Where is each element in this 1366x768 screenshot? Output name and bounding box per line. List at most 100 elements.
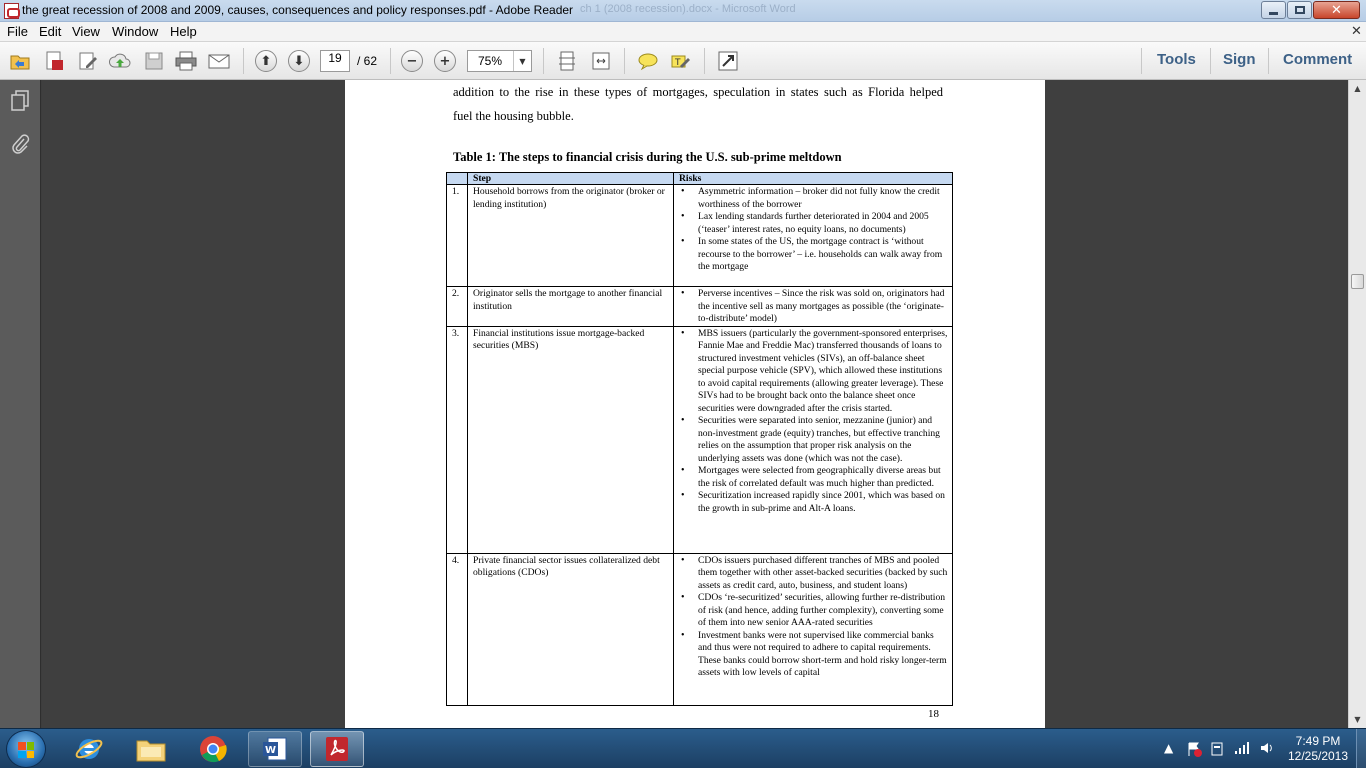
full-screen-icon[interactable] <box>716 49 740 73</box>
previous-page-button[interactable]: ⬆ <box>255 50 277 72</box>
row-risks: Perverse incentives – Since the risk was… <box>673 286 953 327</box>
page-number-footer: 18 <box>928 708 939 720</box>
upload-cloud-icon[interactable] <box>108 49 132 73</box>
next-page-button[interactable]: ⬇ <box>288 50 310 72</box>
header-risks: Risks <box>673 172 953 185</box>
toolbar-separator <box>624 48 625 74</box>
minimize-button[interactable] <box>1261 1 1286 19</box>
menu-window[interactable]: Window <box>112 24 158 39</box>
toolbar-separator <box>1141 48 1142 74</box>
start-button[interactable] <box>6 730 46 768</box>
intro-paragraph: addition to the rise in these types of m… <box>453 80 943 128</box>
crisis-steps-table: Step Risks 1. Household borrows from the… <box>446 172 953 706</box>
row-number: 3. <box>446 325 468 554</box>
sign-pane-button[interactable]: Sign <box>1223 51 1256 68</box>
close-button[interactable]: ✕ <box>1313 1 1360 19</box>
tools-pane-button[interactable]: Tools <box>1157 51 1196 68</box>
arrow-up-icon: ⬆ <box>260 53 272 69</box>
menu-file[interactable]: File <box>7 24 28 39</box>
toolbar-separator <box>390 48 391 74</box>
system-clock[interactable]: 7:49 PM 12/25/2013 <box>1283 734 1353 764</box>
arrow-down-icon: ⬇ <box>293 53 305 69</box>
device-icon[interactable] <box>1210 741 1224 760</box>
volume-speaker-icon[interactable] <box>1259 741 1275 758</box>
maximize-icon <box>1294 6 1305 14</box>
toolbar-separator <box>543 48 544 74</box>
show-hidden-icons-arrow-icon[interactable]: ▲ <box>1164 741 1173 755</box>
close-document-icon[interactable]: ✕ <box>1351 23 1362 39</box>
scroll-thumb[interactable] <box>1351 274 1364 289</box>
sticky-note-icon[interactable] <box>636 49 660 73</box>
risk-item: Securities were separated into senior, m… <box>678 415 948 465</box>
taskbar-word[interactable]: W <box>248 731 302 767</box>
chrome-icon <box>200 736 227 763</box>
risk-item: CDOs issuers purchased different tranche… <box>678 555 948 593</box>
fit-width-icon[interactable] <box>589 49 613 73</box>
toolbar-separator <box>1210 48 1211 74</box>
maximize-button[interactable] <box>1287 1 1312 19</box>
navigation-pane <box>0 80 41 728</box>
row-risks: Asymmetric information – broker did not … <box>673 184 953 287</box>
svg-text:W: W <box>265 745 276 756</box>
menu-view[interactable]: View <box>72 24 100 39</box>
adobe-reader-icon <box>4 3 20 19</box>
action-center-flag-icon[interactable] <box>1186 741 1202 760</box>
row-number: 2. <box>446 286 468 327</box>
vertical-scrollbar[interactable]: ▲ ▼ <box>1348 80 1366 728</box>
page-number-input[interactable]: 19 <box>320 50 350 72</box>
table-row: 3. Financial institutions issue mortgage… <box>446 325 953 554</box>
menu-bar: File Edit View Window Help ✕ <box>0 22 1366 42</box>
taskbar-adobe-reader[interactable] <box>310 731 364 767</box>
menu-help[interactable]: Help <box>170 24 197 39</box>
attachments-paperclip-icon[interactable] <box>9 132 31 156</box>
taskbar-internet-explorer[interactable] <box>62 731 116 767</box>
window-title-bar[interactable]: the great recession of 2008 and 2009, ca… <box>0 0 1366 22</box>
row-step: Financial institutions issue mortgage-ba… <box>467 325 674 554</box>
taskbar-chrome[interactable] <box>186 731 240 767</box>
open-file-icon[interactable] <box>8 49 32 73</box>
word-icon: W <box>263 737 287 761</box>
zoom-in-button[interactable]: + <box>434 50 456 72</box>
risk-item: MBS issuers (particularly the government… <box>678 328 948 416</box>
page-thumbnails-icon[interactable] <box>9 88 31 112</box>
header-number <box>446 172 468 185</box>
create-pdf-icon[interactable] <box>42 49 66 73</box>
zoom-value: 75% <box>478 54 503 68</box>
row-risks: MBS issuers (particularly the government… <box>673 325 953 554</box>
zoom-select[interactable]: 75% ▼ <box>467 50 532 72</box>
menu-edit[interactable]: Edit <box>39 24 61 39</box>
fit-page-icon[interactable] <box>555 49 579 73</box>
comment-pane-button[interactable]: Comment <box>1283 51 1352 68</box>
email-icon[interactable] <box>207 49 231 73</box>
risk-item: In some states of the US, the mortgage c… <box>678 236 948 274</box>
scroll-down-arrow-icon[interactable]: ▼ <box>1349 711 1366 728</box>
intro-line-2: fuel the housing bubble. <box>453 109 574 123</box>
taskbar-file-explorer[interactable] <box>124 731 178 767</box>
toolbar-separator <box>704 48 705 74</box>
risk-item: Mortgages were selected from geographica… <box>678 465 948 490</box>
edit-pdf-icon[interactable] <box>76 49 100 73</box>
internet-explorer-icon <box>75 739 103 759</box>
svg-text:T: T <box>674 58 681 68</box>
save-icon[interactable] <box>142 49 166 73</box>
row-step: Household borrows from the originator (b… <box>467 184 674 287</box>
network-signal-icon[interactable] <box>1234 741 1250 758</box>
risk-item: Securitization increased rapidly since 2… <box>678 490 948 515</box>
highlight-text-icon[interactable]: T <box>669 49 693 73</box>
toolbar-separator <box>1268 48 1269 74</box>
zoom-out-button[interactable]: − <box>401 50 423 72</box>
row-risks: CDOs issuers purchased different tranche… <box>673 552 953 706</box>
risk-item: CDOs ‘re-securitized’ securities, allowi… <box>678 592 948 630</box>
folder-icon <box>136 740 166 762</box>
scroll-up-arrow-icon[interactable]: ▲ <box>1349 80 1366 97</box>
risk-item: Asymmetric information – broker did not … <box>678 186 948 211</box>
table-row: 4. Private financial sector issues colla… <box>446 552 953 706</box>
chevron-down-icon[interactable]: ▼ <box>513 51 531 71</box>
table-header-row: Step Risks <box>446 172 953 185</box>
header-step: Step <box>467 172 674 185</box>
document-viewer[interactable]: addition to the rise in these types of m… <box>42 80 1348 728</box>
toolbar-separator <box>243 48 244 74</box>
print-icon[interactable] <box>174 49 198 73</box>
show-desktop-button[interactable] <box>1356 729 1366 768</box>
window-title: the great recession of 2008 and 2009, ca… <box>22 3 574 17</box>
